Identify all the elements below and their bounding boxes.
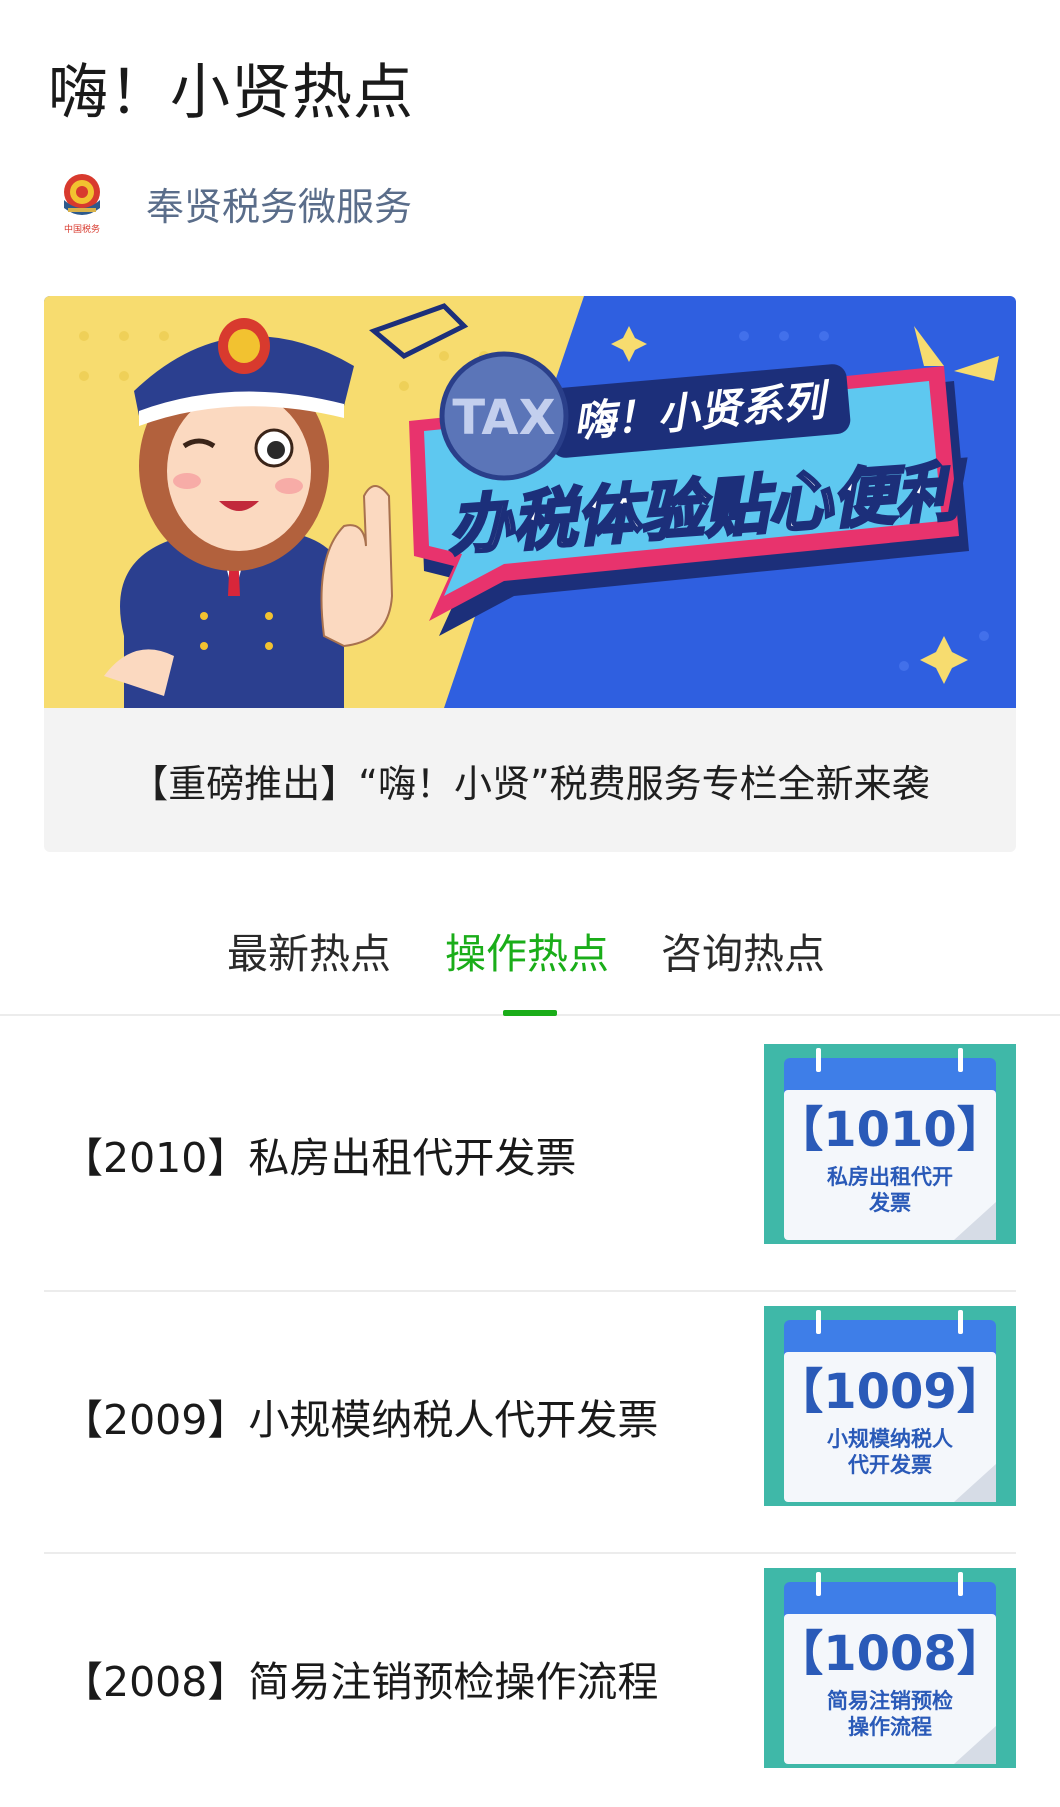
tab-consult-hot[interactable]: 咨询热点 <box>661 920 825 980</box>
thumbnail-line-2: 操作流程 <box>848 1715 932 1739</box>
thumbnail-line-2: 代开发票 <box>847 1453 932 1477</box>
page-title: 嗨！小贤热点 <box>48 58 414 128</box>
thumbnail-line-2: 发票 <box>868 1191 911 1215</box>
featured-banner[interactable]: 嗨！小贤系列 TAX 办税体验贴心便利 【重磅推出】“嗨！小贤”税费服务专栏全新… <box>44 296 1016 852</box>
list-item-title[interactable]: 【2008】简易注销预检操作流程 <box>62 1554 658 1802</box>
thumbnail-code: 【1009】 <box>775 1364 1005 1420</box>
tab-operation-hot[interactable]: 操作热点 <box>445 920 609 980</box>
list-item[interactable]: 【2008】简易注销预检操作流程 【1008】 简易注销预检 操作流程 <box>44 1554 1016 1807</box>
list-item-thumbnail: 【1009】 小规模纳税人 代开发票 <box>764 1306 1016 1506</box>
list-item[interactable]: 【2010】私房出租代开发票 【1010】 私房出租代开 发票 <box>44 1030 1016 1292</box>
list-item-title[interactable]: 【2010】私房出租代开发票 <box>62 1030 576 1278</box>
logo-caption: 中国税务 <box>64 223 100 235</box>
active-tab-indicator <box>503 1010 557 1016</box>
list-item-thumbnail: 【1008】 简易注销预检 操作流程 <box>764 1568 1016 1768</box>
thumbnail-line-1: 小规模纳税人 <box>827 1427 953 1451</box>
account-name[interactable]: 奉贤税务微服务 <box>146 176 412 231</box>
tab-latest-hot[interactable]: 最新热点 <box>227 920 391 980</box>
thumbnail-code: 【1008】 <box>775 1626 1005 1682</box>
list-item[interactable]: 【2009】小规模纳税人代开发票 【1009】 小规模纳税人 代开发票 <box>44 1292 1016 1554</box>
tab-bar: 最新热点 操作热点 咨询热点 <box>0 900 1060 1016</box>
tax-emblem-logo: 中国税务 <box>58 170 106 236</box>
list-item-thumbnail: 【1010】 私房出租代开 发票 <box>764 1044 1016 1244</box>
thumbnail-line-1: 简易注销预检 <box>827 1689 953 1713</box>
banner-caption[interactable]: 【重磅推出】“嗨！小贤”税费服务专栏全新来袭 <box>44 708 1016 852</box>
thumbnail-line-1: 私房出租代开 <box>827 1165 953 1189</box>
account-row[interactable]: 中国税务 奉贤税务微服务 <box>58 168 412 238</box>
banner-badge-text: TAX <box>452 390 555 446</box>
thumbnail-code: 【1010】 <box>775 1102 1005 1158</box>
list-item-title[interactable]: 【2009】小规模纳税人代开发票 <box>62 1292 658 1540</box>
banner-illustration: 嗨！小贤系列 TAX 办税体验贴心便利 <box>44 296 1016 708</box>
